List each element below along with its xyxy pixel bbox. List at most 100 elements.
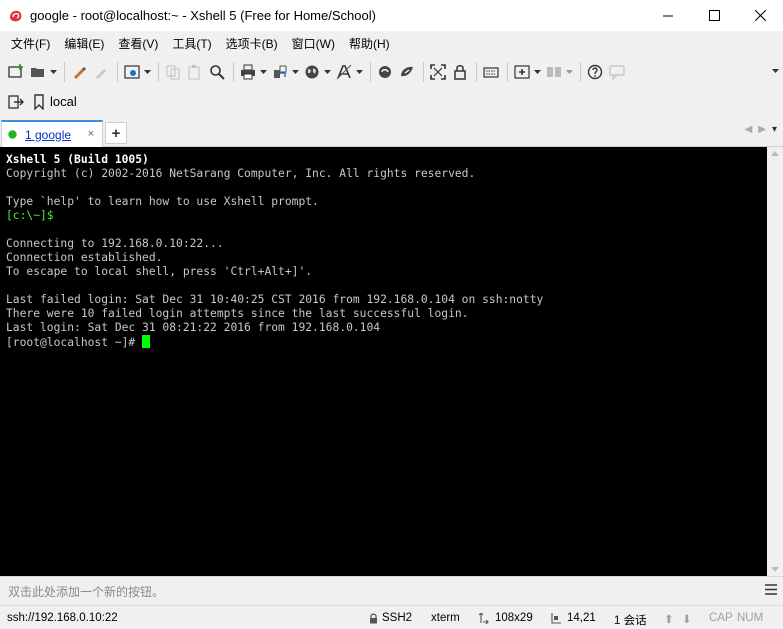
- maximize-button[interactable]: [691, 0, 737, 31]
- print-dropdown[interactable]: [260, 60, 267, 84]
- reconnect-button[interactable]: [69, 60, 89, 84]
- copy-icon: [166, 65, 180, 80]
- dropdown-arrow-icon: [260, 70, 267, 74]
- terminal-prompt: [root@localhost ~]#: [6, 336, 143, 349]
- toolbar-separator: [158, 62, 159, 82]
- window-title: google - root@localhost:~ - Xshell 5 (Fr…: [30, 8, 376, 23]
- lock-button[interactable]: [450, 60, 470, 84]
- menu-edit[interactable]: 编辑(E): [57, 31, 111, 57]
- menu-bar: 文件(F) 编辑(E) 查看(V) 工具(T) 选项卡(B) 窗口(W) 帮助(…: [0, 31, 783, 57]
- address-label[interactable]: local: [50, 94, 77, 109]
- close-button[interactable]: [737, 0, 783, 31]
- xftp-icon: [379, 66, 391, 78]
- layout-icon: [547, 67, 561, 77]
- new-tab-dropdown[interactable]: [534, 60, 541, 84]
- menu-help[interactable]: 帮助(H): [342, 31, 397, 57]
- font-button[interactable]: [334, 60, 354, 84]
- toolbar-separator: [476, 62, 477, 82]
- properties-button[interactable]: [122, 60, 142, 84]
- terminal-line: Last failed login: Sat Dec 31 10:40:25 C…: [6, 293, 544, 306]
- menu-view[interactable]: 查看(V): [111, 31, 165, 57]
- menu-file[interactable]: 文件(F): [4, 31, 57, 57]
- menu-window[interactable]: 窗口(W): [285, 31, 342, 57]
- toolbar-overflow-icon[interactable]: [772, 69, 779, 73]
- tab-label: 1 google: [25, 127, 72, 142]
- close-icon: [754, 10, 766, 21]
- quick-command-hint[interactable]: 双击此处添加一个新的按钮。: [8, 583, 164, 600]
- disconnect-button[interactable]: [91, 60, 111, 84]
- bookmark-icon[interactable]: [32, 93, 46, 110]
- new-tab-button[interactable]: [512, 60, 532, 84]
- find-button[interactable]: [207, 60, 227, 84]
- terminal-cursor: [142, 335, 151, 348]
- open-button[interactable]: [28, 60, 48, 84]
- terminal-line: Connection established.: [6, 251, 163, 264]
- tab-navigation: ◀ ▶ ▾: [739, 124, 777, 135]
- tab-prev-icon[interactable]: ◀: [745, 124, 753, 135]
- menu-tools[interactable]: 工具(T): [165, 31, 218, 57]
- tab-google[interactable]: 1 google ×: [1, 120, 103, 147]
- transfer-dropdown[interactable]: [292, 60, 299, 84]
- paste-button[interactable]: [185, 60, 205, 84]
- new-session-button[interactable]: [6, 60, 26, 84]
- hamburger-menu-icon[interactable]: [765, 584, 777, 595]
- dropdown-arrow-icon: [144, 70, 151, 74]
- cursor-position-icon: [551, 613, 561, 624]
- lock-icon: [454, 65, 466, 80]
- terminal-prompt-line: [root@localhost ~]#: [6, 335, 767, 349]
- dropdown-arrow-icon: [534, 70, 541, 74]
- minimize-icon: [662, 15, 673, 17]
- connected-status-icon: [8, 130, 17, 139]
- layout-dropdown[interactable]: [566, 60, 573, 84]
- open-dropdown[interactable]: [50, 60, 57, 84]
- scroll-down-icon[interactable]: [771, 567, 779, 572]
- terminal-line: Last login: Sat Dec 31 08:21:22 2016 fro…: [6, 321, 381, 334]
- tab-close-button[interactable]: ×: [88, 128, 94, 140]
- status-size: 108x29: [495, 612, 533, 624]
- printer-icon: [241, 64, 255, 80]
- pencil-icon: [74, 67, 86, 79]
- scroll-up-icon[interactable]: [771, 151, 779, 156]
- menu-tabs[interactable]: 选项卡(B): [219, 31, 285, 57]
- keyboard-icon: [483, 67, 499, 78]
- globe-icon: [305, 65, 319, 79]
- terminal-line: Copyright (c) 2002-2016 NetSarang Comput…: [6, 167, 476, 180]
- xftp-button[interactable]: [375, 60, 395, 84]
- keyboard-button[interactable]: [481, 60, 501, 84]
- xmanager-icon: [401, 66, 413, 77]
- quick-command-bar[interactable]: 双击此处添加一个新的按钮。: [0, 576, 783, 605]
- tab-list-icon[interactable]: ▾: [772, 124, 777, 135]
- xmanager-button[interactable]: [397, 60, 417, 84]
- font-dropdown[interactable]: [356, 60, 363, 84]
- new-session-icon: [8, 64, 23, 78]
- help-button[interactable]: [585, 60, 605, 84]
- terminal-line: Connecting to 192.168.0.10:22...: [6, 237, 224, 250]
- add-tab-button[interactable]: +: [105, 122, 127, 144]
- xshell-logo-icon: [10, 10, 22, 21]
- terminal-scrollbar[interactable]: [767, 147, 783, 576]
- terminal-area[interactable]: Xshell 5 (Build 1005) Copyright (c) 2002…: [0, 147, 767, 576]
- terminal-prompt-local: [c:\~]$: [6, 209, 54, 222]
- print-button[interactable]: [238, 60, 258, 84]
- fullscreen-button[interactable]: [428, 60, 448, 84]
- layout-button[interactable]: [544, 60, 564, 84]
- minimize-button[interactable]: [645, 0, 691, 31]
- toolbar-separator: [580, 62, 581, 82]
- toolbar-separator: [117, 62, 118, 82]
- properties-dropdown[interactable]: [144, 60, 151, 84]
- terminal-line: Type `help' to learn how to use Xshell p…: [6, 195, 319, 208]
- encoding-dropdown[interactable]: [324, 60, 331, 84]
- address-arrow-icon[interactable]: [8, 94, 24, 110]
- status-protocol: SSH2: [382, 612, 413, 624]
- encoding-button[interactable]: [302, 60, 322, 84]
- tab-bar: 1 google × + ◀ ▶ ▾: [0, 116, 783, 147]
- chat-button[interactable]: [607, 60, 627, 84]
- tab-next-icon[interactable]: ▶: [758, 124, 766, 135]
- status-caps: CAP: [709, 612, 733, 624]
- paste-icon: [188, 65, 200, 80]
- transfer-button[interactable]: [270, 60, 290, 84]
- resize-status-icon: [479, 613, 489, 624]
- copy-button[interactable]: [163, 60, 183, 84]
